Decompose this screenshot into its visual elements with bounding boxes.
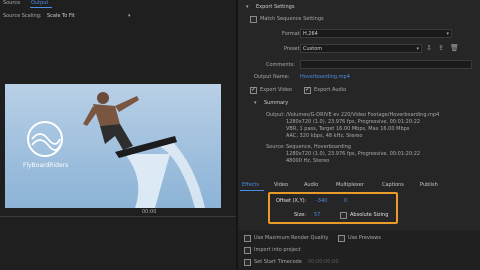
export-settings-title: Export Settings (256, 4, 295, 10)
active-tab-indicator (240, 190, 264, 191)
summary-source-line: 48000 Hz, Stereo (286, 158, 330, 164)
tab-effects[interactable]: Effects (242, 182, 259, 188)
summary-output-line: /Volumes/G-DRIVE ev 220/Video Footage/Ho… (286, 112, 440, 118)
offset-size-highlight: Offset (X,Y): -340 0 Size: 57 Absolute S… (268, 192, 398, 224)
offset-y-value[interactable]: 0 (344, 198, 347, 204)
size-label: Size: (294, 212, 306, 218)
size-value[interactable]: 57 (314, 212, 320, 218)
tab-output[interactable]: Output (31, 0, 48, 6)
export-audio-label: Export Audio (314, 87, 347, 93)
max-render-label: Use Maximum Render Quality (254, 235, 329, 241)
comments-field[interactable] (300, 60, 472, 69)
summary-output-label: Output: (266, 112, 286, 118)
preset-value: Custom (303, 46, 323, 52)
preview-frame-illustration (27, 92, 205, 208)
tab-multiplexer[interactable]: Multiplexer (336, 182, 364, 188)
absolute-sizing-checkbox[interactable] (340, 212, 347, 219)
export-audio-checkbox[interactable] (304, 86, 311, 94)
source-scaling-dropdown[interactable]: Scale To Fit (47, 13, 75, 19)
comments-label: Comments: (266, 62, 295, 68)
output-name-link[interactable]: Hoverboarding.mp4 (300, 74, 350, 80)
tab-audio[interactable]: Audio (304, 182, 318, 188)
offset-x-value[interactable]: -340 (316, 198, 327, 204)
import-project-checkbox[interactable] (244, 247, 251, 254)
chevron-down-icon: ▾ (416, 46, 419, 52)
summary-title: Summary (264, 100, 289, 106)
active-tab-indicator (30, 7, 52, 8)
start-timecode-checkbox[interactable] (244, 259, 251, 266)
tab-publish[interactable]: Publish (420, 182, 438, 188)
format-value: H.264 (303, 31, 318, 37)
preset-label: Preset: (284, 46, 302, 52)
use-previews-label: Use Previews (348, 235, 381, 241)
export-video-checkbox[interactable] (250, 86, 257, 94)
flyboard-logo (27, 121, 63, 157)
video-preview: FlyBoardRiders (5, 84, 221, 208)
export-options: Use Maximum Render Quality Use Previews … (238, 230, 480, 270)
offset-label: Offset (X,Y): (276, 198, 307, 204)
start-timecode-label: Set Start Timecode (254, 259, 302, 265)
save-preset-icon[interactable]: ⇩ (426, 44, 432, 52)
tab-video[interactable]: Video (274, 182, 288, 188)
chevron-down-icon: ▾ (446, 31, 449, 37)
summary-source-line: 1280x720 (1.0), 23.976 fps, Progressive,… (286, 151, 421, 157)
time-marker[interactable]: 00:00 (142, 209, 156, 215)
import-project-label: Import into project (254, 247, 301, 253)
output-name-label: Output Name: (254, 74, 290, 80)
summary-source-label: Source: (266, 144, 285, 150)
match-sequence-checkbox[interactable] (250, 16, 257, 23)
summary-output-line: 1280x720 (1.0), 23.976 fps, Progressive,… (286, 119, 421, 125)
logo-text: FlyBoardRiders (23, 162, 69, 169)
chevron-down-icon[interactable]: ▾ (254, 100, 257, 106)
tab-source[interactable]: Source (3, 0, 20, 6)
preset-dropdown[interactable]: Custom ▾ (300, 44, 422, 53)
range-bar[interactable] (0, 216, 236, 217)
summary-source-line: Sequence, Hoverboarding (286, 144, 351, 150)
start-timecode-value[interactable]: 00:00:00:00 (308, 259, 339, 265)
use-previews-checkbox[interactable] (338, 235, 345, 242)
settings-tabs: Effects Video Audio Multiplexer Captions… (238, 182, 480, 190)
absolute-sizing-label: Absolute Sizing (350, 212, 389, 218)
source-output-panel: Source Output Source Scaling: Scale To F… (0, 0, 236, 270)
summary-output-line: AAC, 320 kbps, 48 kHz, Stereo (286, 133, 363, 139)
max-render-checkbox[interactable] (244, 235, 251, 242)
chevron-down-icon[interactable]: ▾ (128, 13, 131, 19)
format-label: Format: (282, 31, 302, 37)
source-scaling-label: Source Scaling: (3, 13, 42, 19)
chevron-down-icon[interactable]: ▾ (246, 4, 249, 10)
match-sequence-label: Match Sequence Settings (260, 16, 324, 22)
export-video-label: Export Video (260, 87, 292, 93)
summary-output-line: VBR, 1 pass, Target 16.00 Mbps, Max 16.0… (286, 126, 410, 132)
delete-preset-icon[interactable]: 🗑 (450, 44, 459, 52)
import-preset-icon[interactable]: ⇪ (438, 44, 444, 52)
tab-captions[interactable]: Captions (382, 182, 404, 188)
format-dropdown[interactable]: H.264 ▾ (300, 29, 452, 38)
